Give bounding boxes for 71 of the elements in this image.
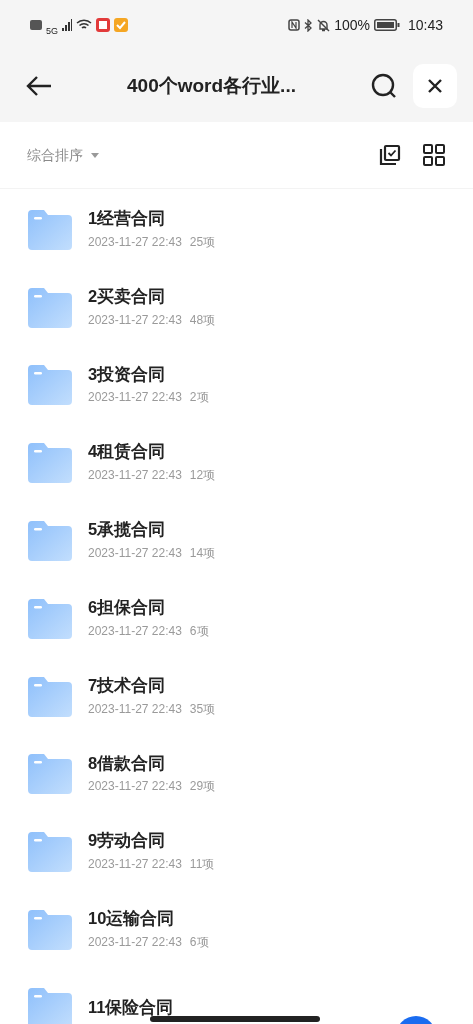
item-count: 35项	[189, 700, 216, 718]
folder-icon	[28, 365, 72, 406]
mute-icon	[317, 18, 331, 32]
clock-time: 10:43	[407, 15, 443, 35]
folder-icon	[28, 987, 72, 1024]
folder-row[interactable]: 6担保合同 2023-11-27 22:43 6项	[0, 580, 473, 658]
folder-row[interactable]: 4租赁合同 2023-11-27 22:43 12项	[0, 424, 473, 503]
bluetooth-icon	[304, 18, 314, 32]
folder-row[interactable]: 5承揽合同 2023-11-27 22:43 14项	[0, 502, 473, 580]
modified-date: 2023-11-27 22:43	[88, 311, 182, 329]
folder-icon	[28, 443, 72, 484]
item-count: 48项	[189, 311, 216, 329]
item-count: 12项	[189, 467, 216, 485]
folder-title: 400个word各行业...	[127, 74, 296, 96]
folder-icon	[28, 832, 72, 873]
modified-date: 2023-11-27 22:43	[88, 856, 182, 874]
folder-icon	[28, 521, 72, 562]
folder-row[interactable]: 10运输合同 2023-11-27 22:43 6项	[0, 891, 473, 969]
modified-date: 2023-11-27 22:43	[88, 933, 182, 951]
wifi-icon	[76, 19, 92, 31]
folder-name: 7技术合同	[88, 675, 167, 696]
item-count: 11项	[189, 856, 215, 874]
folder-name: 11保险合同	[88, 997, 174, 1018]
modified-date: 2023-11-27 22:43	[88, 700, 182, 718]
folder-icon	[28, 676, 72, 717]
multi-select-icon[interactable]	[379, 144, 401, 166]
folder-row[interactable]: 11保险合同	[0, 968, 473, 1024]
folder-row[interactable]: 2买卖合同 2023-11-27 22:43 48项	[0, 268, 473, 347]
folder-name: 1经营合同	[88, 209, 167, 229]
item-count: 14项	[189, 545, 216, 562]
folder-row[interactable]: 7技术合同 2023-11-27 22:43 35项	[0, 657, 473, 736]
modified-date: 2023-11-27 22:43	[88, 233, 182, 251]
item-count: 2项	[189, 389, 209, 407]
search-icon[interactable]	[371, 73, 397, 99]
caret-icon	[91, 152, 99, 158]
modified-date: 2023-11-27 22:43	[88, 467, 182, 485]
item-count: 29项	[189, 778, 216, 796]
modified-date: 2023-11-27 22:43	[88, 622, 182, 640]
grid-view-icon[interactable]	[423, 144, 445, 166]
battery-percent: 100%	[334, 15, 370, 35]
back-arrow-icon[interactable]	[26, 76, 52, 96]
close-icon	[428, 79, 442, 93]
folder-name: 9劳动合同	[88, 831, 167, 852]
item-count: 6项	[189, 622, 209, 640]
folder-row[interactable]: 3投资合同 2023-11-27 22:43 2项	[0, 346, 473, 425]
signal-icon	[62, 19, 72, 31]
folder-icon	[28, 910, 72, 951]
item-count: 25项	[189, 233, 216, 251]
folder-row[interactable]: 8借款合同 2023-11-27 22:43 29项	[0, 735, 473, 814]
nfc-icon	[288, 19, 301, 31]
folder-icon	[28, 598, 72, 639]
folder-name: 3投资合同	[88, 364, 167, 385]
folder-row[interactable]: 9劳动合同 2023-11-27 22:43 11项	[0, 813, 473, 892]
sort-dropdown[interactable]: 综合排序	[27, 144, 83, 166]
network-label: 5G	[46, 26, 58, 36]
modified-date: 2023-11-27 22:43	[88, 545, 182, 562]
folder-name: 2买卖合同	[88, 286, 167, 307]
folder-name: 8借款合同	[88, 753, 167, 774]
close-button[interactable]	[413, 64, 457, 108]
modified-date: 2023-11-27 22:43	[88, 778, 182, 796]
folder-name: 5承揽合同	[88, 520, 167, 540]
folder-name: 6担保合同	[88, 598, 167, 618]
folder-icon	[28, 209, 72, 250]
folder-name: 10运输合同	[88, 909, 176, 929]
folder-icon	[28, 287, 72, 328]
folder-icon	[28, 754, 72, 795]
modified-date: 2023-11-27 22:43	[88, 389, 182, 407]
battery-icon	[373, 19, 400, 31]
folder-row[interactable]: 1经营合同 2023-11-27 22:43 25项	[0, 191, 473, 269]
item-count: 6项	[189, 933, 209, 951]
folder-name: 4租赁合同	[88, 442, 167, 463]
